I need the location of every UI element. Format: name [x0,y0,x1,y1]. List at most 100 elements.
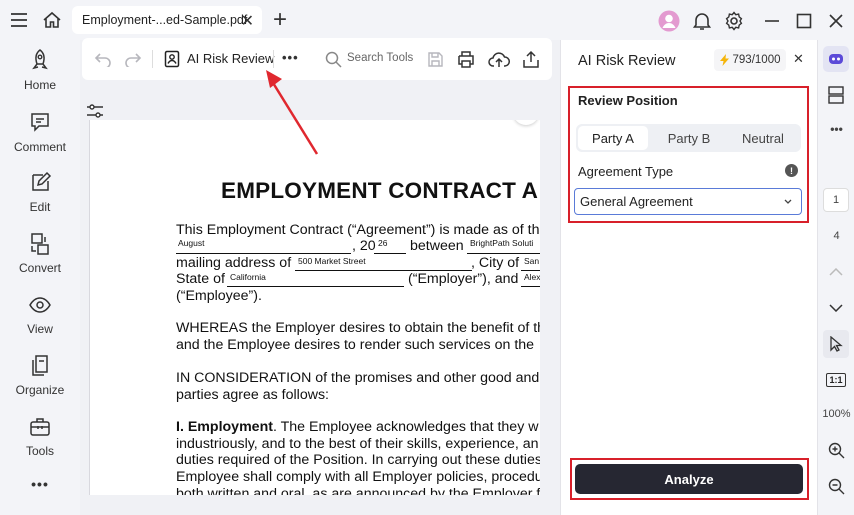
ai-risk-review-icon[interactable] [162,48,182,70]
nav-home-label: Home [23,78,56,92]
fill-city: San [524,256,540,266]
right-more-button[interactable]: ••• [818,122,854,136]
bell-icon[interactable] [690,9,714,33]
annotation-arrow-icon [266,70,319,155]
zoom-in-icon[interactable] [826,440,846,460]
doc-line-2-comma: , 20 [352,238,376,254]
print-icon[interactable] [455,49,477,69]
fill-company: BrightPath Soluti [470,238,534,248]
chevron-down-page-icon[interactable] [826,298,846,318]
nav-view[interactable]: View [0,292,80,336]
nav-edit[interactable]: Edit [0,170,80,214]
fill-year: 26 [378,238,388,248]
info-icon[interactable]: ! [785,164,798,177]
minimize-icon[interactable] [760,9,784,33]
home-icon[interactable] [40,9,64,31]
undo-icon[interactable] [92,49,114,69]
underline [374,253,406,254]
cloud-upload-icon[interactable] [487,49,511,69]
toolbar-divider [152,50,153,68]
review-position-segmented: Party A Party B Neutral [576,124,801,152]
doc-employment-1: I. Employment. The Employee acknowledges… [176,419,538,435]
toolbox-icon [30,418,50,436]
title-bar: Employment-...ed-Sample.pdf ✕ + [0,0,854,40]
gear-icon[interactable] [722,9,746,33]
doc-line-4a: State of [176,271,225,287]
page-total: 4 [833,230,840,242]
maximize-icon[interactable] [792,9,816,33]
doc-employment-4: Employee shall comply with all Employer … [176,469,540,485]
document-tab[interactable]: Employment-...ed-Sample.pdf ✕ [72,6,262,34]
search-icon[interactable] [322,49,344,69]
ai-robot-icon[interactable] [823,46,849,72]
organize-icon [32,355,48,376]
doc-employment-3: duties required of the Position. In carr… [176,452,540,468]
position-neutral[interactable]: Neutral [728,124,798,152]
nav-home[interactable]: Home [0,48,80,92]
nav-organize-label: Organize [15,383,65,397]
zoom-level[interactable]: 100% [818,408,854,420]
zoom-out-icon[interactable] [826,476,846,496]
doc-line-4b: (“Employer”), and [408,271,519,287]
new-tab-button[interactable]: + [268,6,292,34]
fit-page-label: 1:1 [826,373,846,387]
underline [227,286,404,287]
analyze-button[interactable]: Analyze [575,464,803,494]
rocket-icon [32,49,48,70]
lightning-icon [719,54,729,66]
ai-assistant-icon[interactable] [513,120,539,125]
nav-edit-label: Edit [29,200,51,214]
search-tools-input[interactable]: Search Tools [347,52,413,64]
ai-risk-review-button[interactable]: AI Risk Review [187,51,274,66]
nav-comment-label: Comment [13,140,66,154]
doc-line-2-between: between [410,238,464,254]
edit-icon [32,171,52,191]
close-window-icon[interactable] [824,9,848,33]
avatar[interactable] [657,9,681,33]
panel-title: AI Risk Review [578,53,676,69]
page-current[interactable]: 1 [823,188,849,212]
agreement-type-value: General Agreement [580,194,693,209]
agreement-type-select[interactable]: General Agreement [574,188,802,215]
position-party-a[interactable]: Party A [578,126,648,150]
left-nav: Home Comment Edit Convert View Organize … [0,40,80,515]
filter-settings-icon[interactable] [84,100,106,122]
select-cursor-icon[interactable] [823,330,849,358]
underline [467,253,540,254]
nav-organize[interactable]: Organize [0,353,80,397]
agreement-type-label: Agreement Type [578,164,674,179]
right-toolbar: ••• 1 4 1:1 100% [817,40,854,515]
underline [521,286,540,287]
share-icon[interactable] [520,48,542,70]
close-tab-icon[interactable]: ✕ [241,11,254,31]
comment-icon [31,113,49,132]
toolbar-more-button[interactable]: ••• [282,50,299,65]
doc-employment-5: both written and oral, as are announced … [176,486,540,495]
nav-tools-label: Tools [25,444,54,458]
nav-tools[interactable]: Tools [0,414,80,458]
doc-line-3a: mailing address of [176,255,292,271]
fill-month: August [178,238,205,248]
document-heading: EMPLOYMENT CONTRACT A [221,178,539,203]
nav-convert[interactable]: Convert [0,231,80,275]
redo-icon[interactable] [122,49,144,69]
nav-convert-label: Convert [18,261,62,275]
chevron-down-icon [784,199,792,204]
credits-badge: 793/1000 [714,49,786,71]
underline [521,270,540,271]
doc-line-3b: , City of [471,255,520,271]
nav-comment[interactable]: Comment [0,110,80,154]
credits-count: 793/1000 [732,54,781,66]
position-party-b[interactable]: Party B [654,124,724,152]
menu-icon[interactable] [8,10,30,30]
employment-heading: I. Employment [176,419,273,435]
panel-close-icon[interactable]: ✕ [793,51,804,67]
save-icon[interactable] [424,49,446,69]
ai-risk-review-panel: AI Risk Review 793/1000 ✕ [560,40,817,515]
fill-address: 500 Market Street [298,256,366,266]
nav-more-button[interactable]: ••• [0,476,80,492]
fit-page-button[interactable]: 1:1 [824,370,848,390]
layout-icon[interactable] [826,84,846,106]
chevron-up-icon[interactable] [826,262,846,282]
nav-view-label: View [27,322,53,336]
